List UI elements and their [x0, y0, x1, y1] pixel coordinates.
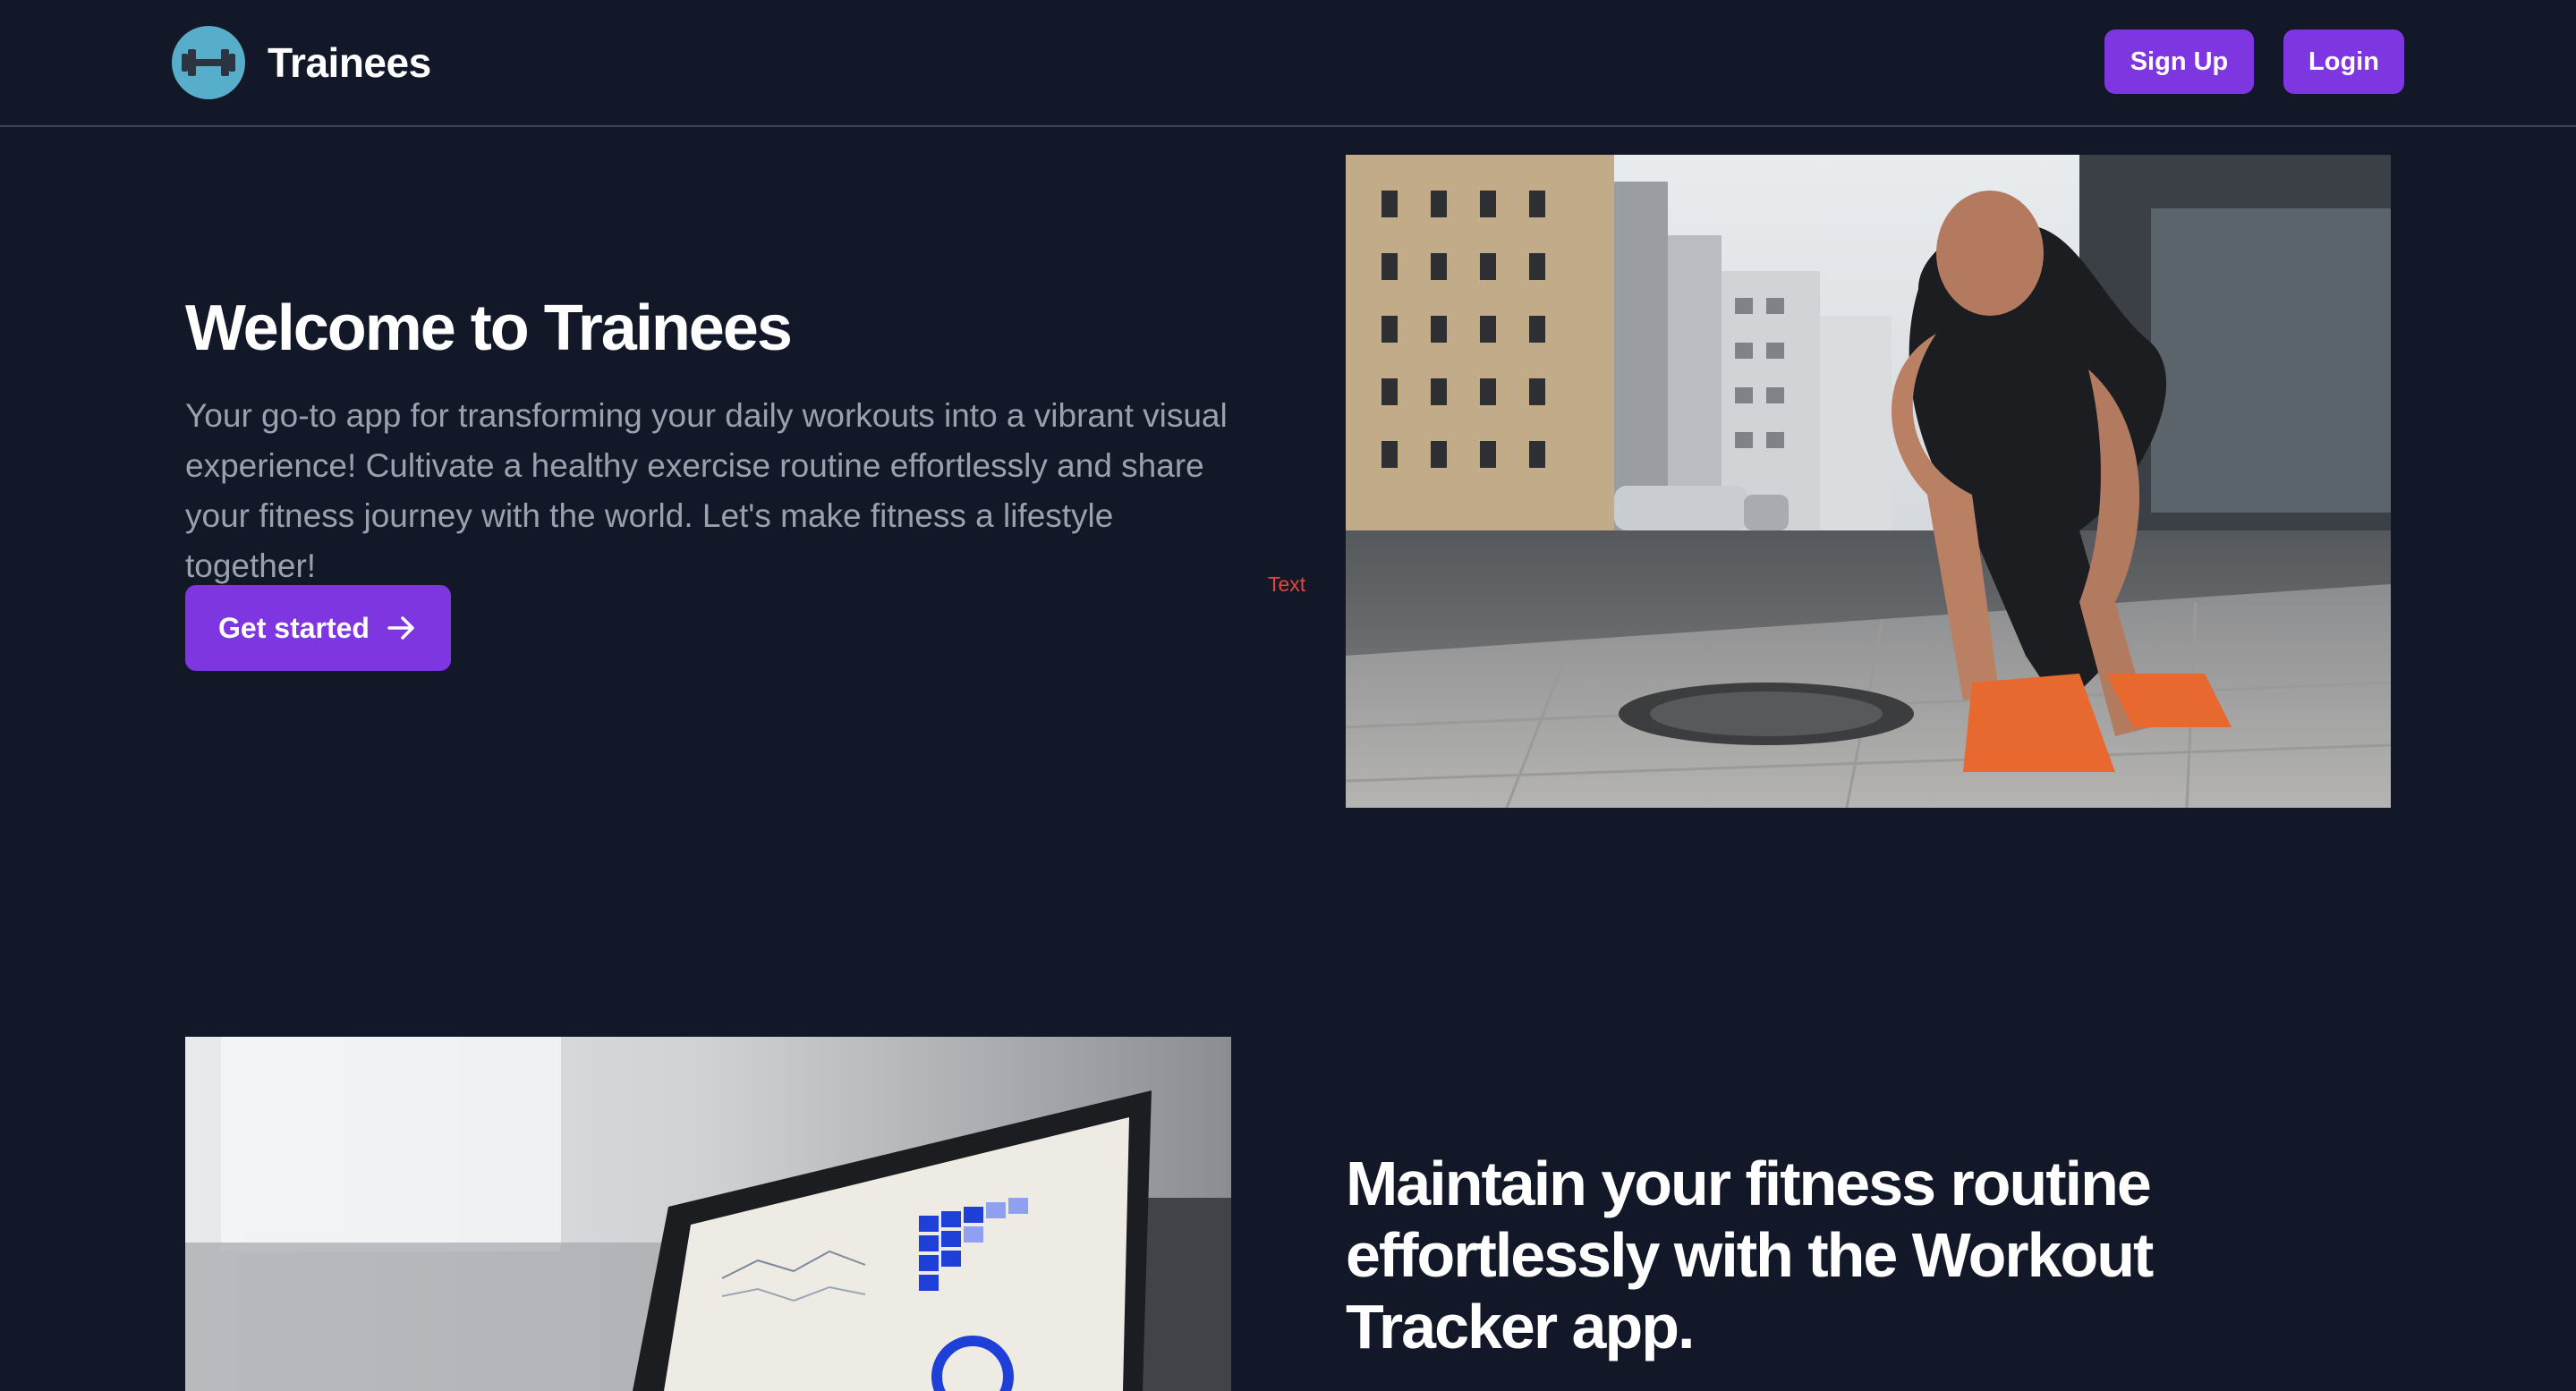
hero-title: Welcome to Trainees	[185, 293, 793, 364]
brand-name: Trainees	[268, 39, 431, 86]
laptop-photo	[185, 1037, 1231, 1391]
brand[interactable]: Trainees	[172, 26, 431, 99]
get-started-button[interactable]: Get started	[185, 585, 451, 671]
feature-title: Maintain your fitness routine effortless…	[1346, 1149, 2154, 1361]
stray-text-label: Text	[1268, 573, 1306, 596]
top-navbar: Trainees Sign Up Login	[0, 0, 2576, 127]
dumbbell-icon	[172, 26, 245, 99]
hero-description: Your go-to app for transforming your dai…	[185, 397, 1228, 584]
signup-button[interactable]: Sign Up	[2104, 30, 2254, 94]
get-started-label: Get started	[218, 611, 370, 644]
arrow-right-icon	[387, 616, 414, 640]
login-button[interactable]: Login	[2283, 30, 2404, 94]
runner-photo	[1346, 155, 2391, 808]
